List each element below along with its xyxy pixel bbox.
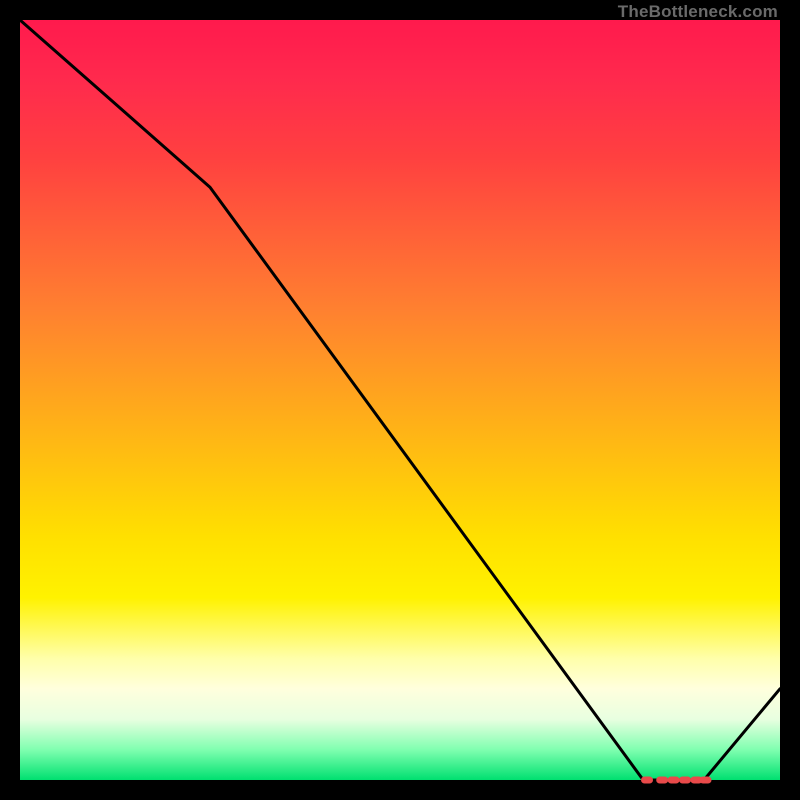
line-overlay [20,20,780,780]
marker-point [679,777,691,784]
marker-point [656,777,668,784]
series-line [20,20,780,780]
chart-frame: TheBottleneck.com [0,0,800,800]
marker-point [641,777,653,784]
marker-group [641,777,712,784]
marker-point [700,777,712,784]
attribution-text: TheBottleneck.com [618,2,778,22]
marker-point [668,777,680,784]
